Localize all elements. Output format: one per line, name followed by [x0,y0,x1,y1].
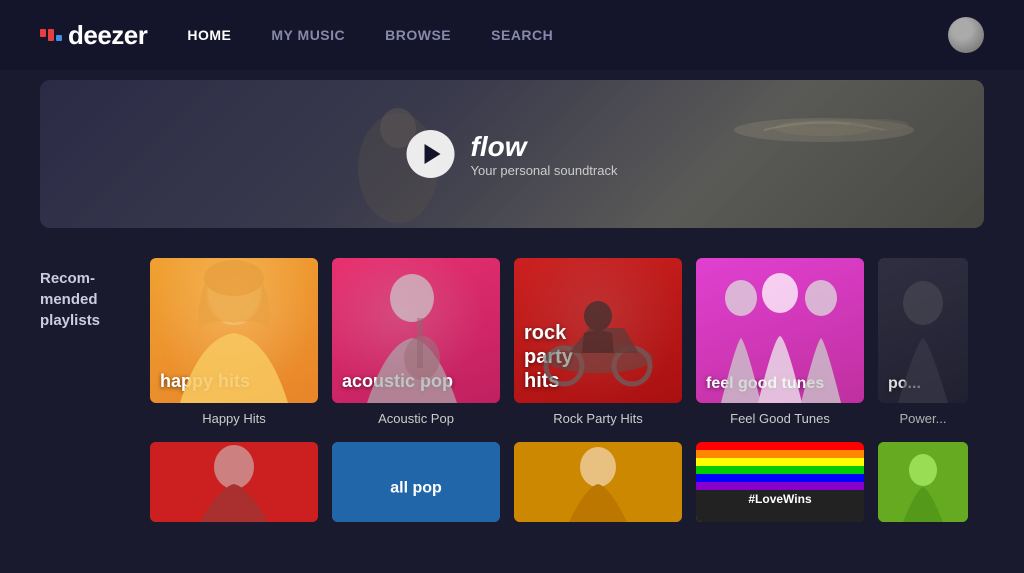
section-label: Recom-mendedplaylists [40,258,130,331]
avatar-image [948,17,984,53]
rock-motorcycle-illustration [514,258,682,403]
nav-my-music[interactable]: MY MUSIC [271,27,345,43]
bottom-row: all pop #LoveWins [110,426,1024,522]
play-icon [425,144,441,164]
hero-text: flow Your personal soundtrack [471,131,618,178]
playlist-rock-party[interactable]: rockpartyhits Rock Party Hits [514,258,682,426]
playlist-happy-hits[interactable]: happy hits Happy Hits [150,258,318,426]
playlist-cover-power: po... [878,258,968,403]
nav-search[interactable]: SEARCH [491,27,553,43]
feel-good-title: Feel Good Tunes [730,411,830,426]
nav-browse[interactable]: BROWSE [385,27,451,43]
playlist-cover-rock: rockpartyhits [514,258,682,403]
bottom-cover-2-illustration: all pop [332,442,500,522]
bottom-playlist-lovewins[interactable]: #LoveWins [696,442,864,522]
hero-decoration [724,100,924,160]
section-layout: Recom-mendedplaylists happy hits [40,258,984,426]
logo-icon [40,29,62,41]
lovewins-illustration: #LoveWins [696,442,864,522]
power-illustration [878,258,968,403]
logo-text: deezer [68,20,147,51]
nav-home[interactable]: HOME [187,27,231,43]
playlist-cover-feelgood: feel good tunes [696,258,864,403]
svg-text:#LoveWins: #LoveWins [748,492,812,506]
acoustic-pop-title: Acoustic Pop [378,411,454,426]
hero-content: flow Your personal soundtrack [407,130,618,178]
bottom-cover-1-illustration [150,442,318,522]
playlist-power[interactable]: po... Power... [878,258,968,426]
happy-person-illustration [150,258,318,403]
playlist-feel-good[interactable]: feel good tunes Feel Good Tunes [696,258,864,426]
playlist-cover-acoustic: acoustic pop [332,258,500,403]
nav-links: HOME MY MUSIC BROWSE SEARCH [187,27,948,43]
feelgood-people-illustration [696,258,864,403]
navigation: deezer HOME MY MUSIC BROWSE SEARCH [0,0,1024,70]
bottom-playlist-3[interactable] [514,442,682,522]
acoustic-person-illustration [332,258,500,403]
playlist-cover-happy: happy hits [150,258,318,403]
recommended-section: Recom-mendedplaylists happy hits [0,238,1024,426]
svg-text:all pop: all pop [390,480,442,497]
playlist-acoustic-pop[interactable]: acoustic pop Acoustic Pop [332,258,500,426]
bottom-playlist-2[interactable]: all pop [332,442,500,522]
flow-subtitle: Your personal soundtrack [471,163,618,178]
rock-party-title: Rock Party Hits [553,411,643,426]
bottom-playlist-5[interactable] [878,442,968,522]
user-avatar[interactable] [948,17,984,53]
bottom-playlist-1[interactable] [150,442,318,522]
flow-play-button[interactable] [407,130,455,178]
bottom-cover-3-illustration [514,442,682,522]
flow-title: flow [471,131,618,163]
playlist-row: happy hits Happy Hits acoustic [150,258,968,426]
hero-banner: flow Your personal soundtrack [40,80,984,228]
logo[interactable]: deezer [40,20,147,51]
happy-hits-title: Happy Hits [202,411,266,426]
bottom-cover-5-illustration [878,442,968,522]
power-title: Power... [900,411,947,426]
